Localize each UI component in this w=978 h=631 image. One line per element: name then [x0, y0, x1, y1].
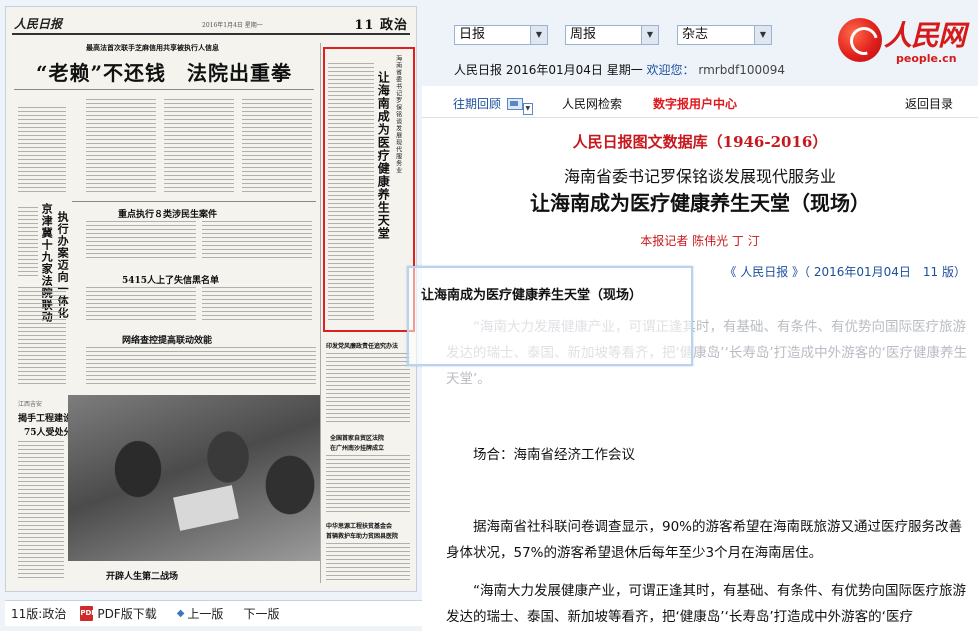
- next-page-label: 下一版: [243, 607, 280, 621]
- history-link[interactable]: 往期回顾 ▼: [453, 95, 533, 115]
- paper-header: 人民日报 2016年1月4日 星期一 11 政治: [12, 13, 410, 35]
- issue-date-text: 人民日报 2016年01月04日 星期一: [454, 63, 643, 77]
- paper-story-1: 重点执行８类涉民生案件: [118, 210, 218, 220]
- pdf-download-link[interactable]: PDF PDF版下载: [80, 605, 157, 622]
- welcome-label: 欢迎您：: [646, 63, 695, 77]
- people-search-link[interactable]: 人民网检索: [562, 95, 622, 112]
- pdf-download-label: PDF版下载: [97, 607, 157, 621]
- info-line: 人民日报 2016年01月04日 星期一 欢迎您： rmrbdf100094: [454, 61, 785, 78]
- calendar-icon[interactable]: [506, 98, 523, 110]
- paper-story-2: 5415人上了失信黑名单: [122, 276, 220, 286]
- page-navigation-bar: 11版:政治 PDF PDF版下载 ◆ 上一版 下一版: [5, 600, 422, 626]
- zazhi-select[interactable]: 杂志 ▼: [677, 25, 772, 45]
- article-headline: 让海南成为医疗健康养生天堂（现场）: [530, 191, 870, 215]
- paper-right-mid: 印发党风廉政责任追究办法: [326, 343, 399, 350]
- article-paragraph: 据海南省社科联问卷调查显示，90%的游客希望在海南既旅游又通过医疗服务改善身体状…: [446, 519, 963, 561]
- diamond-arrow-icon: ◆: [176, 608, 185, 619]
- chevron-down-icon: ▼: [641, 26, 658, 44]
- brand-name-en: people.cn: [896, 52, 957, 65]
- paper-story-4-kicker: 江西吉安: [18, 401, 43, 408]
- paper-story-4: 揭手工程建设: [18, 414, 73, 424]
- hover-tooltip: 让海南成为医疗健康养生天堂（现场）: [407, 266, 693, 366]
- paper-date: 2016年1月4日 星期一: [202, 22, 263, 29]
- brand-name-cn: 人民网: [884, 19, 966, 52]
- tooltip-text: 让海南成为医疗健康养生天堂（现场）: [421, 288, 643, 303]
- paper-right-low-1: 全国首家自贸区法院: [330, 435, 385, 442]
- article-paragraph: “海南大力发展健康产业，可谓正逢其时，有基础、有条件、有优势向国际医疗旅游发达的…: [446, 583, 966, 625]
- ribao-select[interactable]: 日报 ▼: [454, 25, 548, 45]
- top-band: 日报 ▼ 周报 ▼ 杂志 ▼ 人民日报 2016年01月04日 星期一 欢迎您：…: [422, 0, 978, 86]
- article-source: 《 人民日报 》（ 2016年01月04日 11 版）: [724, 265, 966, 279]
- selected-article-highlight[interactable]: [323, 47, 415, 332]
- chevron-down-icon: ▼: [530, 26, 547, 44]
- newspaper-page-image[interactable]: 人民日报 2016年1月4日 星期一 11 政治 最高法首次联手芝麻信用共享被执…: [5, 6, 417, 592]
- article-byline: 本报记者 陈伟光 丁 汀: [640, 234, 760, 248]
- newspaper-panel: 人民日报 2016年1月4日 星期一 11 政治 最高法首次联手芝麻信用共享被执…: [0, 0, 422, 631]
- paper-story-3: 网络查控提高联动效能: [122, 336, 213, 346]
- prev-page-label: 上一版: [187, 607, 224, 621]
- back-to-contents-link[interactable]: 返回目录: [905, 95, 953, 112]
- nav-bar: 往期回顾 ▼ 人民网检索 数字报用户中心 返回目录: [422, 86, 978, 118]
- chevron-down-icon[interactable]: ▼: [522, 103, 533, 115]
- zazhi-select-value: 杂志: [682, 27, 709, 42]
- paper-right-low-3: 中华思源工程扶贫基金会: [326, 523, 393, 530]
- article-subtitle: 海南省委书记罗保铭谈发展现代服务业: [563, 167, 836, 186]
- next-page-link[interactable]: 下一版: [243, 605, 279, 622]
- prev-page-link[interactable]: ◆ 上一版: [177, 605, 224, 622]
- database-title: 人民日报图文数据库（1946-2016）: [572, 133, 828, 151]
- paper-section: 11 政治: [354, 18, 408, 33]
- paper-photo: [68, 395, 320, 561]
- pdf-icon: PDF: [80, 606, 96, 621]
- article-paragraph: 场合：海南省经济工作会议: [473, 447, 635, 463]
- people-logo-icon: [838, 18, 882, 62]
- paper-main-headline: “老赖”不还钱 法院出重拳: [36, 61, 293, 85]
- people-cn-logo[interactable]: 人民网 people.cn: [838, 14, 972, 70]
- digital-user-center-link[interactable]: 数字报用户中心: [653, 95, 737, 112]
- username: rmrbdf100094: [698, 63, 786, 77]
- current-page-label[interactable]: 11版:政治: [11, 605, 66, 622]
- zhoubao-select[interactable]: 周报 ▼: [565, 25, 659, 45]
- paper-photo-caption: 开辟人生第二战场: [106, 572, 179, 582]
- zhoubao-select-value: 周报: [570, 27, 597, 42]
- paper-right-low-2: 在广州南沙挂牌成立: [330, 445, 385, 452]
- paper-right-low-4: 首辆救护车助力贫困县医院: [326, 533, 399, 540]
- ribao-select-value: 日报: [459, 27, 486, 42]
- history-label: 往期回顾: [453, 97, 502, 111]
- chevron-down-icon: ▼: [754, 26, 771, 44]
- paper-logo: 人民日报: [14, 17, 63, 31]
- paper-story-4b: 75人受处分: [24, 428, 73, 438]
- paper-top-kicker: 最高法首次联手芝麻信用共享被执行人信息: [86, 43, 219, 52]
